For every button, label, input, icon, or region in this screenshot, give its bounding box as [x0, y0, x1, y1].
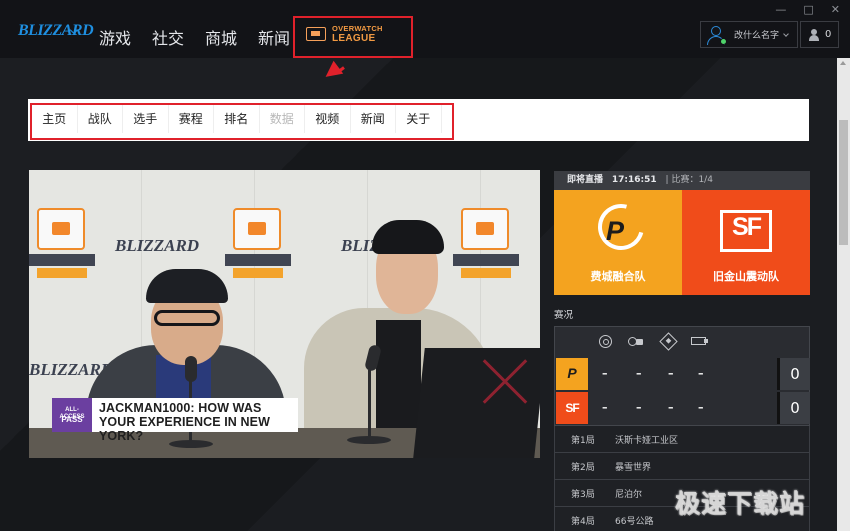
map-score: –: [602, 367, 608, 380]
scroll-up-icon[interactable]: [840, 61, 846, 65]
username: 改什么名字: [734, 31, 780, 41]
team-card-philadelphia[interactable]: P 费城融合队: [554, 190, 682, 295]
maximize-button[interactable]: □: [803, 3, 813, 16]
close-button[interactable]: ✕: [831, 3, 840, 16]
escort-map-icon: [691, 335, 709, 346]
map-game-number: 第2局: [571, 462, 595, 473]
blizzard-backdrop-logo: BLIZZARD: [115, 236, 200, 255]
philadelphia-fusion-logo: P: [556, 358, 588, 390]
lower-third-caption: ALL-ACCESS PASS JACKMAN1000: HOW WAS YOU…: [52, 398, 298, 443]
nav-item-games[interactable]: 游戏: [99, 25, 131, 49]
scoreboard: P – – – – 0 SF – – – – 0: [554, 326, 810, 426]
map-game-number: 第3局: [571, 489, 595, 500]
total-score: 0: [780, 358, 810, 390]
map-row[interactable]: 第2局 暴雪世界: [554, 453, 810, 480]
match-progress: | 比赛：1/4: [665, 175, 713, 185]
map-game-number: 第4局: [571, 516, 595, 527]
site-watermark: 极速下载站: [675, 489, 806, 518]
caption-text: JACKMAN1000: HOW WAS YOUR EXPERIENCE IN …: [92, 398, 298, 443]
top-bar: BLIZZARD 游戏 社交 商城 新闻 OVERWATCH LEAGUE — …: [0, 0, 850, 58]
minimize-button[interactable]: —: [775, 3, 786, 16]
map-row[interactable]: 第1局 沃斯卡娅工业区: [554, 426, 810, 453]
annotation-highlight-box: [30, 103, 454, 140]
map-score: –: [698, 367, 704, 380]
score-row-team-b: SF – – – – 0: [555, 391, 811, 425]
online-status-icon: [720, 37, 727, 45]
map-score: –: [668, 367, 674, 380]
score-row-team-a: P – – – – 0: [555, 357, 811, 391]
control-map-icon: [599, 335, 612, 348]
window-controls: — □ ✕: [775, 3, 840, 16]
map-score: –: [636, 401, 642, 414]
san-francisco-shock-logo: SF: [556, 392, 588, 424]
team-name: 旧金山震动队: [713, 270, 779, 283]
nav-item-news[interactable]: 新闻: [258, 25, 290, 49]
scrollbar[interactable]: [837, 58, 850, 531]
map-name: 66号公路: [615, 516, 654, 527]
map-name: 沃斯卡娅工业区: [615, 435, 679, 446]
map-score: –: [668, 401, 674, 414]
avatar: [706, 25, 727, 45]
annotation-highlight-box: [293, 16, 413, 58]
match-status-heading: 赛况: [554, 310, 574, 321]
all-access-pass-badge: ALL-ACCESS PASS: [52, 398, 92, 432]
assault-map-icon: [659, 332, 678, 351]
total-score: 0: [780, 392, 810, 424]
chevron-down-icon: [783, 30, 789, 37]
blizzard-logo[interactable]: BLIZZARD: [18, 22, 94, 40]
hybrid-map-icon: [628, 335, 644, 347]
map-name: 暴雪世界: [615, 462, 652, 473]
user-menu[interactable]: 改什么名字: [700, 21, 798, 48]
team-name: 费城融合队: [590, 270, 646, 283]
team-card-san-francisco[interactable]: SF 旧金山震动队: [682, 190, 810, 295]
map-score: –: [602, 401, 608, 414]
nav-item-shop[interactable]: 商城: [205, 25, 237, 49]
countdown-time: 17:16:51: [611, 175, 657, 185]
map-name: 尼泊尔: [615, 489, 643, 500]
friends-count: 0: [825, 29, 832, 40]
scrollbar-thumb[interactable]: [839, 120, 848, 245]
video-player[interactable]: BLIZZARD BLIZZARD BLIZZARD ALL-ACCESS PA…: [29, 170, 540, 458]
map-score: –: [698, 401, 704, 414]
friends-icon: [809, 28, 819, 41]
microphone-icon: [185, 356, 197, 382]
live-status-bar: 即将直播 17:16:51 | 比赛：1/4: [554, 171, 810, 190]
friends-button[interactable]: 0: [800, 21, 839, 48]
nav-item-social[interactable]: 社交: [152, 25, 184, 49]
main-nav: 游戏 社交 商城 新闻: [99, 25, 311, 49]
map-game-number: 第1局: [571, 435, 595, 446]
map-score: –: [636, 367, 642, 380]
live-status-label: 即将直播: [567, 175, 604, 185]
